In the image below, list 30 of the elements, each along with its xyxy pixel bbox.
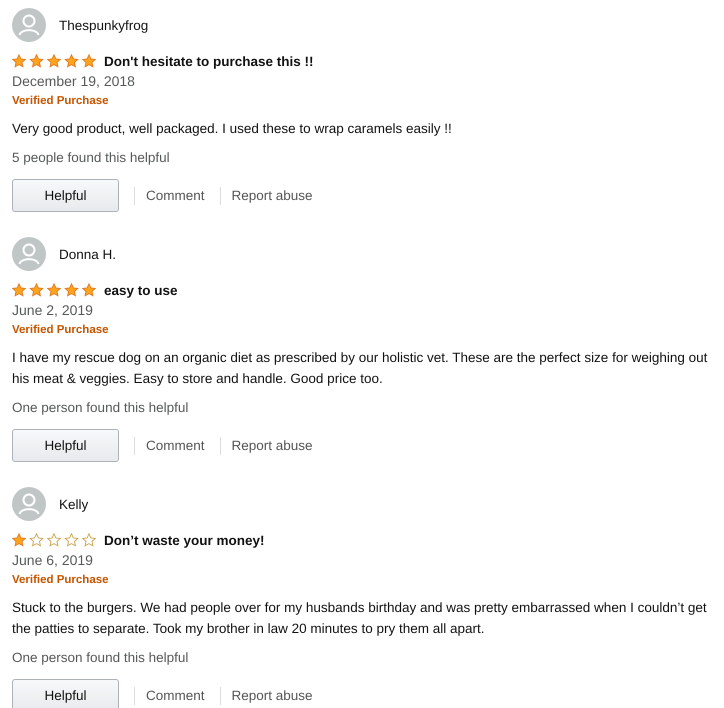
review-title[interactable]: easy to use: [104, 282, 178, 298]
verified-purchase-label: Verified Purchase: [12, 573, 110, 588]
review-text: Very good product, well packaged. I used these to wrap caramels easily !!: [12, 120, 453, 138]
review-date: December 19, 2018: [12, 72, 136, 90]
avatar-icon: [12, 237, 46, 271]
avatar-icon: [12, 487, 46, 521]
helpful-count: One person found this helpful: [12, 649, 190, 667]
review-date: June 2, 2019: [12, 301, 94, 319]
action-link[interactable]: Comment: [146, 188, 205, 203]
reviewer-name: Donna H.: [59, 246, 116, 262]
helpful-button[interactable]: Helpful: [12, 429, 119, 462]
helpful-button[interactable]: Helpful: [12, 179, 119, 212]
action-link[interactable]: Comment: [146, 688, 205, 703]
helpful-count: One person found this helpful: [12, 399, 190, 417]
action-link[interactable]: Report abuse: [232, 188, 313, 203]
helpful-count: 5 people found this helpful: [12, 149, 171, 167]
helpful-button[interactable]: Helpful: [12, 679, 119, 708]
review-title[interactable]: Don't hesitate to purchase this !!: [104, 54, 314, 68]
verified-purchase-label: Verified Purchase: [12, 323, 110, 338]
reviewer-name: Kelly: [59, 496, 88, 512]
review-text: Stuck to the burgers. We had people over for my husbands birthday and was pretty embarrassed when I couldn’t get the patties to separate. Took my brother in law 20 minutes to pry them all apart.: [12, 599, 708, 638]
action-link[interactable]: Comment: [146, 438, 205, 453]
reviewer-name: Thespunkyfrog: [59, 18, 148, 32]
avatar-icon: [12, 8, 46, 42]
action-link[interactable]: Report abuse: [232, 438, 313, 453]
action-link[interactable]: Report abuse: [232, 688, 313, 703]
review-title[interactable]: Don’t waste your money!: [104, 532, 265, 548]
review-date: June 6, 2019: [12, 551, 94, 569]
review-text: I have my rescue dog on an organic diet as prescribed by our holistic vet. These are the perfect size for weighing out his meat & veggies. Easy to store and handle. Good price too.: [12, 349, 708, 388]
verified-purchase-label: Verified Purchase: [12, 94, 110, 109]
